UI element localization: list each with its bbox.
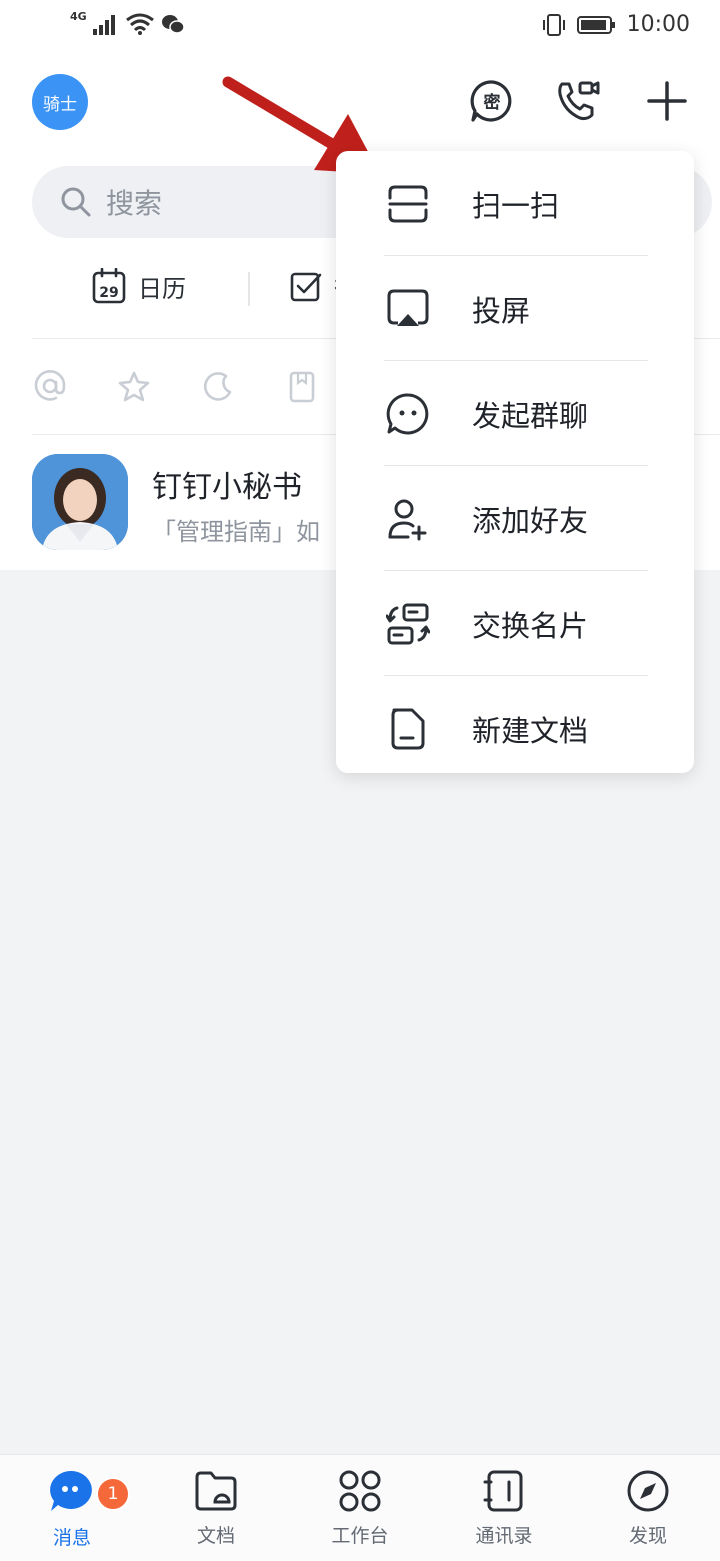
status-time: 10:00: [626, 12, 690, 37]
menu-item-screen-cast[interactable]: 投屏: [336, 256, 694, 361]
nav-label-workbench: 工作台: [331, 1525, 389, 1547]
nav-contacts[interactable]: 通讯录: [444, 1469, 564, 1548]
status-right: 10:00: [541, 12, 690, 37]
search-icon: [61, 187, 91, 217]
menu-item-scan[interactable]: 扫一扫: [336, 151, 694, 256]
bottom-nav: 1 消息 文档 工作台 通讯录 发现: [0, 1454, 720, 1561]
profile-avatar[interactable]: 骑士: [32, 74, 88, 130]
doc-folder-icon: [195, 1471, 237, 1511]
vibrate-icon: [542, 13, 565, 36]
message-icon: [50, 1470, 92, 1511]
avatar-text: 骑士: [43, 94, 77, 115]
menu-label-exchange-card: 交换名片: [472, 608, 589, 643]
nav-discover[interactable]: 发现: [588, 1469, 708, 1548]
menu-label-add-friend: 添加好友: [472, 503, 589, 538]
add-friend-icon: [388, 499, 427, 540]
checkbox-icon: [290, 272, 322, 301]
quick-calendar-label: 日历: [138, 274, 186, 303]
menu-label-group-chat: 发起群聊: [472, 398, 589, 433]
menu-item-new-doc[interactable]: 新建文档: [336, 676, 694, 781]
nav-workbench[interactable]: 工作台: [300, 1469, 420, 1548]
exchange-card-icon: [386, 603, 430, 644]
quick-calendar[interactable]: 29 日历: [92, 268, 186, 304]
nav-label-messages: 消息: [52, 1527, 91, 1549]
conversation-avatar: [32, 454, 128, 550]
moon-icon[interactable]: [202, 370, 234, 402]
svg-text:密: 密: [484, 92, 501, 113]
search-placeholder: 搜索: [106, 187, 163, 220]
star-icon[interactable]: [117, 370, 151, 404]
conversation-preview: 「管理指南」如: [152, 518, 320, 546]
menu-item-group-chat[interactable]: 发起群聊: [336, 361, 694, 466]
nav-docs[interactable]: 文档: [156, 1469, 276, 1548]
calendar-day: 29: [99, 285, 118, 301]
conversation-title: 钉钉小秘书: [152, 470, 302, 505]
compass-icon: [627, 1470, 669, 1512]
nav-label-discover: 发现: [628, 1525, 667, 1547]
at-icon[interactable]: [34, 370, 66, 402]
contacts-icon: [483, 1470, 523, 1512]
group-chat-icon: [386, 392, 429, 434]
status-left: 4G: [70, 9, 185, 36]
nav-label-docs: 文档: [196, 1525, 235, 1547]
scan-icon: [388, 185, 428, 222]
bookmark-icon[interactable]: [288, 370, 316, 404]
assistant-portrait-icon: [32, 454, 128, 550]
unread-badge: 1: [96, 1477, 130, 1511]
plus-icon[interactable]: [644, 78, 690, 124]
menu-label-scan: 扫一扫: [472, 188, 560, 223]
nav-label-contacts: 通讯录: [475, 1525, 533, 1547]
network-label: 4G: [70, 9, 87, 23]
new-doc-icon: [391, 708, 425, 749]
menu-item-exchange-card[interactable]: 交换名片: [336, 571, 694, 676]
video-call-icon[interactable]: [554, 78, 600, 124]
wifi-icon: [125, 13, 154, 35]
plus-dropdown-menu: 扫一扫 投屏 发起群聊 添加好友 交换名片 新建文档: [336, 151, 694, 773]
workbench-icon: [339, 1470, 381, 1512]
quick-divider: [248, 272, 250, 306]
status-bar: 4G 10:00: [0, 0, 720, 56]
menu-label-new-doc: 新建文档: [472, 713, 589, 748]
menu-item-add-friend[interactable]: 添加好友: [336, 466, 694, 571]
signal-icon: [92, 15, 115, 35]
screen-cast-icon: [387, 289, 429, 326]
battery-icon: [576, 15, 615, 34]
menu-label-screen-cast: 投屏: [472, 293, 531, 328]
wechat-icon: [161, 15, 185, 34]
nav-messages[interactable]: 1 消息: [12, 1469, 132, 1550]
secret-chat-icon[interactable]: 密: [469, 78, 515, 124]
calendar-icon: 29: [92, 268, 126, 304]
